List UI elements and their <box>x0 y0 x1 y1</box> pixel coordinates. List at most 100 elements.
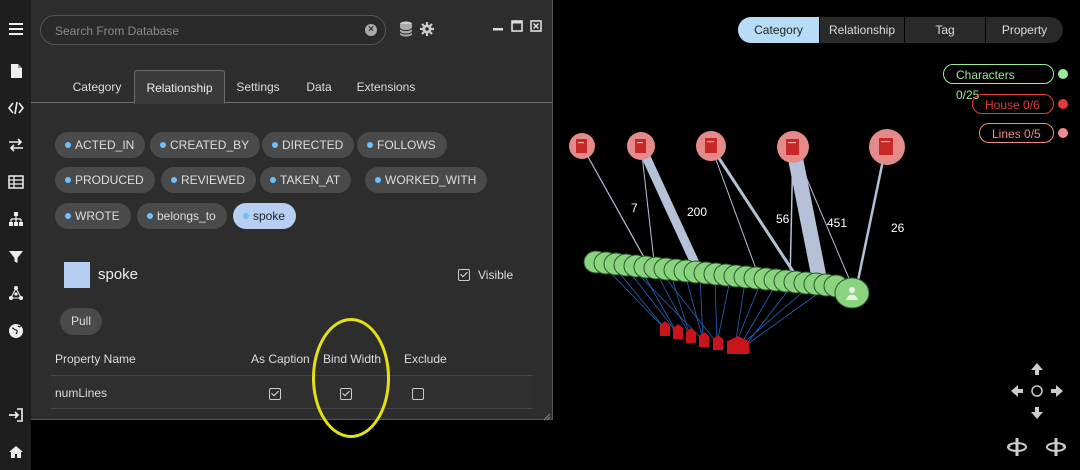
document-icon[interactable] <box>0 59 31 83</box>
chip-label: REVIEWED <box>181 173 246 187</box>
dot-icon <box>171 177 177 183</box>
tab-data[interactable]: Data <box>299 70 339 102</box>
minimize-icon[interactable] <box>492 20 504 32</box>
chip-belongs-to[interactable]: belongs_to <box>137 203 227 229</box>
clear-search-icon[interactable]: × <box>365 24 377 36</box>
chip-directed[interactable]: DIRECTED <box>262 132 355 158</box>
edge-label: 26 <box>891 221 905 235</box>
chip-label: WROTE <box>75 209 120 223</box>
reset-view-icon[interactable] <box>1031 385 1043 397</box>
pan-right-icon[interactable] <box>1051 385 1063 397</box>
rotate-right-icon[interactable] <box>1045 436 1067 458</box>
edge-label: 56 <box>776 212 790 226</box>
pull-button[interactable]: Pull <box>60 308 103 335</box>
edge-label: 451 <box>827 216 847 230</box>
dot-icon <box>160 142 166 148</box>
chip-label: DIRECTED <box>282 138 344 152</box>
property-name-cell: numLines <box>55 386 108 400</box>
home-icon[interactable] <box>0 440 31 464</box>
network-icon[interactable] <box>0 281 31 305</box>
chip-produced[interactable]: PRODUCED <box>55 167 155 193</box>
chip-label: WORKED_WITH <box>385 173 477 187</box>
search-box: × <box>40 15 386 46</box>
search-input[interactable] <box>53 16 357 46</box>
dot-icon <box>375 177 381 183</box>
maximize-icon[interactable] <box>511 20 523 32</box>
header-property-name: Property Name <box>55 352 136 366</box>
dot-icon <box>65 177 71 183</box>
chip-label: FOLLOWS <box>377 138 436 152</box>
chip-label: belongs_to <box>157 209 216 223</box>
pan-down-icon[interactable] <box>1031 407 1043 419</box>
dot-icon <box>147 213 153 219</box>
resize-grip-icon[interactable] <box>541 408 551 421</box>
legend-lines[interactable]: Lines 0/5 <box>979 123 1054 143</box>
pan-controls <box>1011 363 1063 419</box>
character-node-chain <box>583 250 870 309</box>
exchange-icon[interactable] <box>0 133 31 157</box>
dot-icon <box>65 142 71 148</box>
pan-up-icon[interactable] <box>1031 363 1043 375</box>
edge-label: 7 <box>631 201 638 215</box>
chip-label: PRODUCED <box>75 173 144 187</box>
tab-settings[interactable]: Settings <box>230 70 286 102</box>
table-icon[interactable] <box>0 170 31 194</box>
visible-label: Visible <box>478 268 514 282</box>
chip-label: TAKEN_AT <box>280 173 341 187</box>
chip-taken-at[interactable]: TAKEN_AT <box>260 167 352 193</box>
header-exclude: Exclude <box>404 352 447 366</box>
view-tab-relationship[interactable]: Relationship <box>820 17 905 43</box>
dot-icon <box>270 177 276 183</box>
tab-relationship[interactable]: Relationship <box>134 70 225 104</box>
chip-spoke[interactable]: spoke <box>233 203 297 229</box>
chip-label: spoke <box>253 209 286 223</box>
rotate-left-icon[interactable] <box>1006 436 1028 458</box>
view-tab-property[interactable]: Property <box>986 17 1063 43</box>
logout-icon[interactable] <box>0 403 31 427</box>
document-icon <box>1058 128 1068 138</box>
code-icon[interactable] <box>0 96 31 120</box>
legend-characters[interactable]: Characters 0/25 <box>943 64 1054 102</box>
tab-category[interactable]: Category <box>64 70 130 102</box>
property-panel: × Category Relationship Settings Data Ex… <box>31 0 553 421</box>
dot-icon <box>65 213 71 219</box>
house-icon <box>1058 99 1068 109</box>
edge-label: 200 <box>687 205 707 219</box>
gear-icon[interactable] <box>420 22 434 36</box>
view-tab-category[interactable]: Category <box>738 17 820 43</box>
pan-left-icon[interactable] <box>1011 385 1023 397</box>
exclude-checkbox[interactable] <box>412 388 424 400</box>
legend-house[interactable]: House 0/6 <box>972 94 1054 114</box>
color-swatch[interactable] <box>64 262 90 288</box>
view-tab-tag[interactable]: Tag <box>905 17 986 43</box>
chip-worked-with[interactable]: WORKED_WITH <box>365 167 488 193</box>
close-icon[interactable] <box>530 20 542 32</box>
tab-extensions[interactable]: Extensions <box>351 70 421 102</box>
globe-icon[interactable] <box>0 319 31 343</box>
lines-nodes <box>569 129 905 165</box>
chip-created-by[interactable]: CREATED_BY <box>150 132 261 158</box>
table-row <box>51 376 532 409</box>
left-toolbar <box>0 0 31 470</box>
panel-tabs: Category Relationship Settings Data Exte… <box>31 70 552 104</box>
highlight-ellipse <box>312 318 390 438</box>
database-icon[interactable] <box>399 21 413 37</box>
edge-lines <box>581 144 888 347</box>
dot-icon <box>243 213 249 219</box>
chip-reviewed[interactable]: REVIEWED <box>161 167 257 193</box>
chip-label: CREATED_BY <box>170 138 250 152</box>
chip-wrote[interactable]: WROTE <box>55 203 131 229</box>
person-icon <box>1058 69 1068 79</box>
menu-icon[interactable] <box>0 17 31 41</box>
header-as-caption: As Caption <box>251 352 310 366</box>
filter-icon[interactable] <box>0 245 31 269</box>
chip-acted-in[interactable]: ACTED_IN <box>55 132 146 158</box>
dot-icon <box>272 142 278 148</box>
chip-follows[interactable]: FOLLOWS <box>357 132 447 158</box>
hierarchy-icon[interactable] <box>0 207 31 231</box>
dot-icon <box>367 142 373 148</box>
as-caption-checkbox[interactable] <box>269 388 281 400</box>
visible-checkbox[interactable] <box>458 269 470 281</box>
view-tabs: Category Relationship Tag Property <box>738 17 1063 43</box>
selected-relationship-name: spoke <box>98 266 139 283</box>
